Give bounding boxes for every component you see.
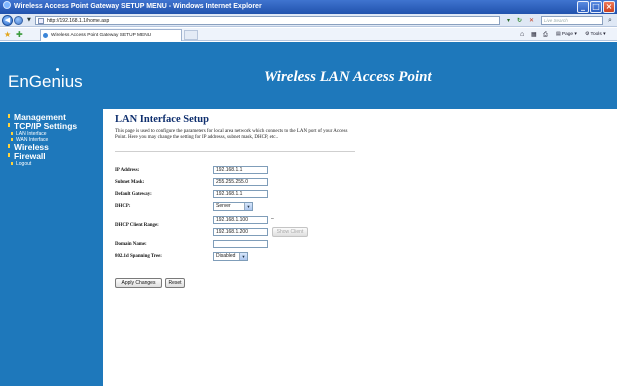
- engenius-logo: EnGenius: [8, 68, 98, 94]
- dhcp-label: DHCP:: [115, 204, 131, 209]
- ip-address-label: IP Address:: [115, 168, 140, 173]
- spanning-tree-select-value: Disabled: [216, 253, 236, 259]
- bullet-icon: [8, 114, 10, 118]
- minimize-button[interactable]: _: [577, 1, 589, 13]
- url-text: http://192.168.1.1/home.asp: [47, 18, 110, 24]
- favorites-star-icon[interactable]: ★: [4, 29, 11, 40]
- dhcp-range-end-field[interactable]: 192.168.1.200: [213, 228, 268, 236]
- window-title: Wireless Access Point Gateway SETUP MENU…: [14, 3, 262, 10]
- sidebar-nav: Management TCP/IP Settings LAN Interface…: [8, 113, 103, 168]
- sidebar-item-label: LAN Interface: [16, 131, 47, 137]
- sidebar-item-logout[interactable]: Logout: [8, 161, 103, 167]
- window-title-bar: Wireless Access Point Gateway SETUP MENU…: [0, 0, 617, 14]
- bullet-icon: [8, 153, 10, 158]
- sidebar-item-tcpip-settings[interactable]: TCP/IP Settings: [8, 122, 103, 131]
- feeds-icon[interactable]: ▦: [531, 30, 537, 40]
- ip-address-field[interactable]: 192.168.1.1: [213, 166, 268, 174]
- search-icon[interactable]: ⌕: [605, 16, 615, 25]
- page-title: LAN Interface Setup: [115, 114, 209, 125]
- url-input[interactable]: http://192.168.1.1/home.asp: [35, 16, 500, 25]
- window-controls: _ □ ×: [577, 1, 615, 13]
- domain-name-field[interactable]: [213, 240, 268, 248]
- range-separator: –: [271, 216, 274, 222]
- ie-logo-icon: [3, 1, 11, 9]
- browser-tab[interactable]: Wireless Access Point Gateway SETUP MENU: [40, 29, 182, 41]
- history-dropdown-icon[interactable]: ▼: [27, 17, 31, 23]
- search-input[interactable]: Live Search: [541, 16, 603, 25]
- sidebar-item-label: TCP/IP Settings: [14, 121, 78, 131]
- header-banner: Wireless LAN Access Point: [103, 42, 617, 109]
- sidebar-item-firewall[interactable]: Firewall: [8, 152, 103, 161]
- logo-text: EnGenius: [8, 72, 83, 91]
- dropdown-icon[interactable]: ▾: [504, 16, 513, 25]
- print-icon[interactable]: ⎙: [543, 30, 548, 40]
- main-content: LAN Interface Setup This page is used to…: [103, 109, 617, 386]
- reset-button[interactable]: Reset: [165, 278, 185, 288]
- page-viewport: EnGenius Management TCP/IP Settings LAN …: [0, 42, 617, 386]
- page-menu[interactable]: ▤ Page ▾: [556, 30, 577, 40]
- logo-signal-dot: [56, 68, 59, 71]
- add-favorites-icon[interactable]: ✚: [16, 29, 23, 40]
- page-menu-label: Page: [561, 32, 574, 37]
- banner-title: Wireless LAN Access Point: [264, 69, 432, 85]
- stop-icon[interactable]: ✕: [527, 16, 536, 25]
- tools-menu[interactable]: ⚙ Tools ▾: [585, 30, 606, 40]
- dhcp-select[interactable]: Server ▼: [213, 202, 253, 211]
- bullet-icon: [11, 138, 13, 142]
- back-icon[interactable]: ◀: [2, 15, 13, 26]
- address-bar: ◀ ▼ http://192.168.1.1/home.asp ▾ ↻ ✕ Li…: [0, 14, 617, 27]
- refresh-icon[interactable]: ↻: [515, 16, 524, 25]
- bullet-icon: [11, 162, 13, 166]
- default-gateway-label: Default Gateway:: [115, 192, 152, 197]
- spanning-tree-select[interactable]: Disabled ▼: [213, 252, 248, 261]
- tab-page-icon: [43, 33, 48, 38]
- divider: [115, 151, 355, 152]
- tools-menu-label: Tools: [590, 32, 602, 37]
- page-description: This page is used to configure the param…: [115, 129, 348, 140]
- spanning-tree-label: 802.1d Spanning Tree:: [115, 254, 162, 259]
- maximize-button[interactable]: □: [590, 1, 602, 13]
- chevron-down-icon: ▼: [239, 253, 247, 260]
- new-tab-button[interactable]: [184, 30, 198, 40]
- bullet-icon: [11, 132, 13, 135]
- show-client-button[interactable]: Show Client: [272, 227, 308, 237]
- browser-tab-label: Wireless Access Point Gateway SETUP MENU: [51, 33, 152, 38]
- home-icon[interactable]: ⌂: [520, 30, 524, 40]
- subnet-mask-label: Subnet Mask:: [115, 180, 145, 185]
- sidebar-item-label: Firewall: [14, 151, 46, 162]
- bullet-icon: [8, 123, 10, 127]
- sidebar-item-label: Logout: [16, 161, 32, 168]
- close-button[interactable]: ×: [603, 1, 615, 13]
- dhcp-range-start-field[interactable]: 192.168.1.100: [213, 216, 268, 224]
- domain-name-label: Domain Name:: [115, 242, 147, 247]
- page-icon: [38, 18, 44, 24]
- sidebar: EnGenius Management TCP/IP Settings LAN …: [0, 42, 103, 386]
- dhcp-select-value: Server: [216, 203, 231, 209]
- bullet-icon: [8, 144, 10, 149]
- apply-changes-button[interactable]: Apply Changes: [115, 278, 162, 288]
- forward-icon[interactable]: [14, 16, 23, 25]
- command-bar: ★ ✚ Wireless Access Point Gateway SETUP …: [0, 28, 617, 41]
- subnet-mask-field[interactable]: 255.255.255.0: [213, 178, 268, 186]
- dhcp-client-range-label: DHCP Client Range:: [115, 223, 159, 228]
- default-gateway-field[interactable]: 192.168.1.1: [213, 190, 268, 198]
- chevron-down-icon: ▼: [244, 203, 252, 210]
